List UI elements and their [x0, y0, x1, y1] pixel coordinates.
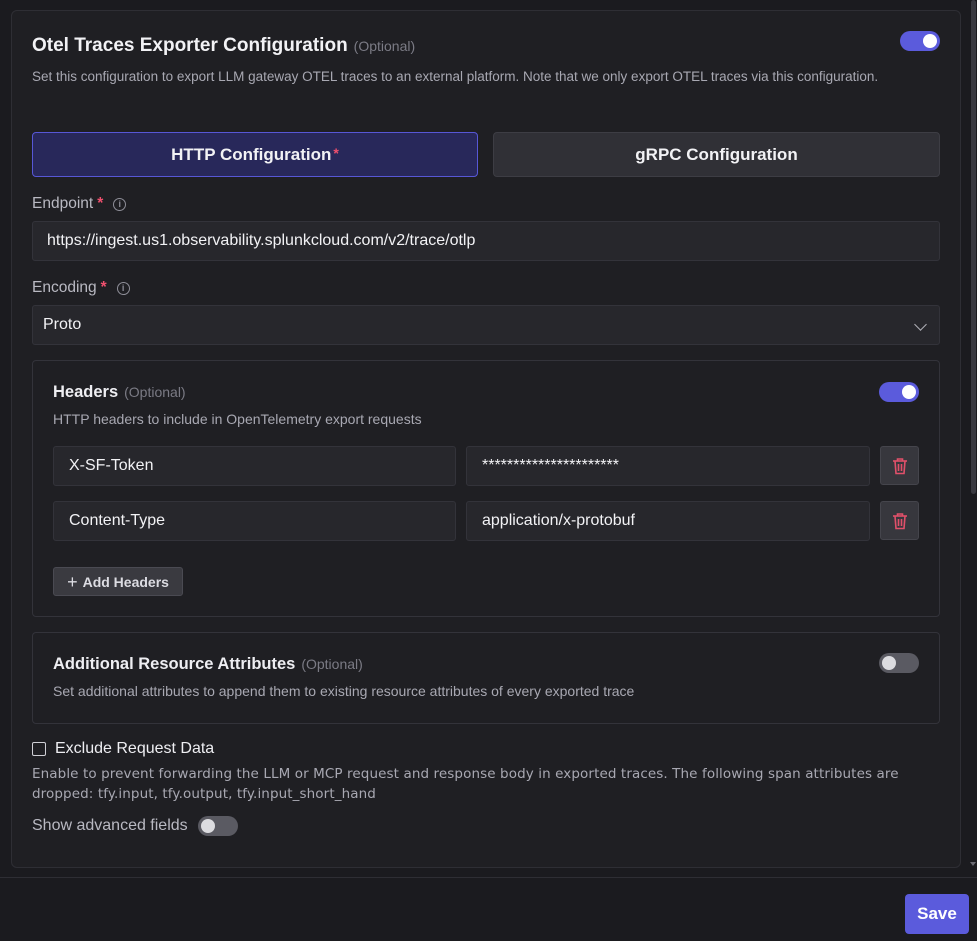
- delete-header-button[interactable]: [880, 446, 919, 485]
- header-key-value: Content-Type: [69, 512, 166, 529]
- header-key-input[interactable]: Content-Type: [53, 501, 456, 541]
- toggle-knob: [200, 819, 215, 833]
- resource-attributes-optional-tag: (Optional): [301, 656, 363, 672]
- tab-grpc-label: gRPC Configuration: [635, 144, 798, 164]
- trash-icon: [892, 457, 907, 474]
- header-value-input[interactable]: application/x-protobuf: [466, 501, 870, 541]
- endpoint-input[interactable]: https://ingest.us1.observability.splunkc…: [32, 221, 940, 261]
- otel-title: Otel Traces Exporter Configuration: [32, 35, 348, 56]
- tab-http-label: HTTP Configuration: [171, 144, 332, 164]
- chevron-down-icon: [914, 318, 927, 331]
- resource-attributes-toggle[interactable]: [879, 653, 919, 673]
- encoding-select[interactable]: Proto: [32, 305, 940, 345]
- header-key-value: X-SF-Token: [69, 457, 154, 474]
- toggle-knob: [882, 656, 896, 670]
- otel-title-row: Otel Traces Exporter Configuration (Opti…: [32, 35, 415, 57]
- endpoint-label: Endpoint: [32, 195, 94, 212]
- resource-attributes-card: Additional Resource Attributes (Optional…: [32, 632, 940, 724]
- add-headers-label: Add Headers: [82, 573, 169, 590]
- delete-header-button[interactable]: [880, 501, 919, 540]
- required-asterisk: *: [100, 279, 107, 296]
- scrollbar[interactable]: [969, 0, 977, 868]
- header-value-text: **********************: [482, 457, 619, 474]
- headers-enable-toggle[interactable]: [879, 382, 919, 402]
- endpoint-value: https://ingest.us1.observability.splunkc…: [47, 232, 476, 249]
- exclude-request-checkbox[interactable]: [32, 742, 46, 756]
- scrollbar-thumb[interactable]: [971, 0, 976, 494]
- exclude-request-description: Enable to prevent forwarding the LLM or …: [32, 766, 899, 802]
- toggle-knob: [902, 385, 916, 399]
- otel-enable-toggle[interactable]: [900, 31, 940, 51]
- otel-description: Set this configuration to export LLM gat…: [32, 69, 879, 84]
- scroll-down-arrow-icon[interactable]: [970, 862, 976, 866]
- advanced-fields-toggle[interactable]: [197, 816, 238, 836]
- resource-attributes-title-row: Additional Resource Attributes (Optional…: [53, 655, 363, 674]
- required-asterisk: *: [333, 145, 339, 161]
- required-asterisk: *: [97, 195, 104, 212]
- headers-title: Headers: [53, 383, 119, 401]
- info-icon[interactable]: i: [116, 281, 130, 295]
- advanced-fields-row: Show advanced fields: [32, 816, 238, 836]
- encoding-value: Proto: [43, 316, 82, 333]
- headers-optional-tag: (Optional): [124, 384, 186, 400]
- endpoint-label-row: Endpoint * i: [32, 195, 127, 213]
- headers-description: HTTP headers to include in OpenTelemetry…: [53, 411, 422, 427]
- resource-attributes-description: Set additional attributes to append them…: [53, 683, 635, 699]
- toggle-knob: [923, 34, 937, 48]
- headers-card: Headers (Optional) HTTP headers to inclu…: [32, 360, 940, 617]
- exclude-request-row: Exclude Request Data: [32, 740, 214, 758]
- info-icon[interactable]: i: [113, 197, 127, 211]
- plus-icon: +: [67, 571, 78, 592]
- save-button[interactable]: Save: [905, 894, 969, 934]
- header-value-text: application/x-protobuf: [482, 512, 635, 529]
- headers-title-row: Headers (Optional): [53, 383, 186, 402]
- encoding-label: Encoding: [32, 279, 97, 296]
- add-headers-button[interactable]: + Add Headers: [53, 567, 183, 596]
- otel-optional-tag: (Optional): [353, 38, 416, 54]
- tab-grpc-configuration[interactable]: gRPC Configuration: [493, 132, 940, 177]
- header-key-input[interactable]: X-SF-Token: [53, 446, 456, 486]
- resource-attributes-title: Additional Resource Attributes: [53, 655, 296, 673]
- advanced-fields-label: Show advanced fields: [32, 817, 188, 834]
- exclude-request-label[interactable]: Exclude Request Data: [55, 740, 214, 758]
- trash-icon: [892, 512, 907, 529]
- otel-config-panel: Otel Traces Exporter Configuration (Opti…: [11, 10, 961, 868]
- encoding-label-row: Encoding * i: [32, 279, 130, 297]
- header-value-input[interactable]: **********************: [466, 446, 870, 486]
- tab-http-configuration[interactable]: HTTP Configuration *: [32, 132, 478, 177]
- footer-bar: Save: [0, 877, 977, 941]
